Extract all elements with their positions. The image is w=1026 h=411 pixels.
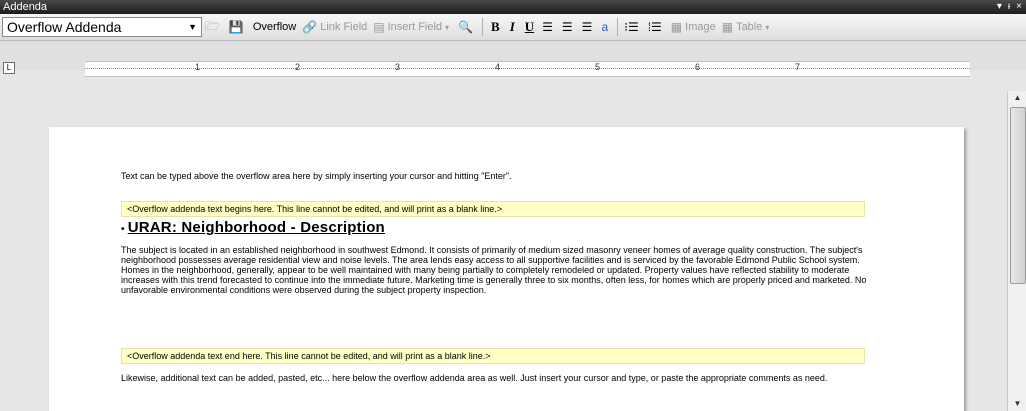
overflow-begin-marker: <Overflow addenda text begins here. This… [121, 201, 865, 217]
addenda-type-select[interactable]: Overflow Addenda ▼ [2, 17, 202, 37]
close-icon[interactable]: × [1016, 0, 1022, 14]
body-paragraph[interactable]: The subject is located in an established… [121, 245, 871, 295]
window-menu-icon[interactable]: ▾ [997, 0, 1002, 14]
vertical-scrollbar[interactable]: ▲ ▼ [1007, 91, 1026, 411]
align-right-icon[interactable]: ☰ [579, 17, 599, 37]
addenda-type-value: Overflow Addenda [7, 19, 122, 35]
image-button[interactable]: ▦ Image [668, 17, 719, 37]
ruler-row: L 1 2 3 4 5 6 7 [0, 41, 1026, 77]
overflow-label: Overflow [252, 21, 297, 33]
save-icon[interactable]: 💾 [226, 17, 250, 37]
overflow-button[interactable]: Overflow [250, 17, 299, 37]
intro-paragraph[interactable]: Text can be typed above the overflow are… [121, 171, 512, 181]
document-page[interactable]: Text can be typed above the overflow are… [49, 127, 964, 411]
window-title: Addenda [3, 1, 48, 13]
pin-icon[interactable]: ᵼ [1008, 0, 1010, 14]
table-icon: ▦ [721, 20, 734, 34]
scroll-up-icon[interactable]: ▲ [1008, 91, 1026, 105]
ruler-number: 3 [395, 62, 401, 72]
bullet-list-icon[interactable]: ⁝☰ [621, 17, 645, 37]
italic-button[interactable]: I [505, 17, 520, 37]
link-field-button[interactable]: 🔗 Link Field [299, 17, 370, 37]
bold-button[interactable]: B [486, 17, 505, 37]
toolbar-separator [617, 18, 619, 36]
outro-paragraph[interactable]: Likewise, additional text can be added, … [121, 373, 827, 383]
toolbar: Overflow Addenda ▼ 🗁 💾 Overflow 🔗 Link Fi… [0, 14, 1026, 41]
chevron-down-icon: ▾ [765, 22, 770, 32]
ruler-number: 1 [195, 62, 201, 72]
link-field-label: Link Field [320, 21, 368, 33]
overflow-end-marker: <Overflow addenda text end here. This li… [121, 348, 865, 364]
scrollbar-thumb[interactable] [1010, 107, 1026, 284]
image-icon: ▦ [670, 20, 683, 34]
ruler[interactable]: 1 2 3 4 5 6 7 [85, 61, 970, 77]
search-icon[interactable]: 🔍 [455, 17, 479, 37]
insert-field-button[interactable]: ▤ Insert Field ▾ [370, 17, 455, 37]
align-left-icon[interactable]: ☰ [539, 17, 559, 37]
chevron-down-icon: ▼ [188, 22, 197, 32]
open-icon[interactable]: 🗁 [202, 17, 226, 37]
toolbar-separator [482, 18, 484, 36]
image-label: Image [685, 21, 716, 33]
ruler-number: 4 [495, 62, 501, 72]
bullet-icon: • [121, 224, 125, 235]
chevron-down-icon: ▾ [445, 22, 450, 32]
ruler-number: 5 [595, 62, 601, 72]
align-center-icon[interactable]: ☰ [559, 17, 579, 37]
link-icon: 🔗 [302, 20, 318, 34]
insert-field-label: Insert Field [387, 21, 443, 33]
ruler-ticks [85, 68, 970, 69]
ruler-number: 6 [695, 62, 701, 72]
font-color-icon[interactable]: a [598, 17, 614, 37]
table-button[interactable]: ▦ Table ▾ [719, 17, 776, 37]
scroll-down-icon[interactable]: ▼ [1008, 397, 1026, 411]
ruler-number: 2 [295, 62, 301, 72]
underline-button[interactable]: U [520, 17, 539, 37]
window-title-bar: Addenda ▾ ᵼ × [0, 0, 1026, 14]
insert-field-icon: ▤ [373, 20, 385, 34]
section-heading-text: URAR: Neighborhood - Description [127, 219, 385, 236]
tab-stop-selector[interactable]: L [3, 62, 15, 74]
numbered-list-icon[interactable]: ⁞☰ [645, 17, 668, 37]
section-heading[interactable]: • URAR: Neighborhood - Description [121, 220, 385, 235]
table-label: Table [736, 21, 763, 33]
ruler-number: 7 [795, 62, 801, 72]
